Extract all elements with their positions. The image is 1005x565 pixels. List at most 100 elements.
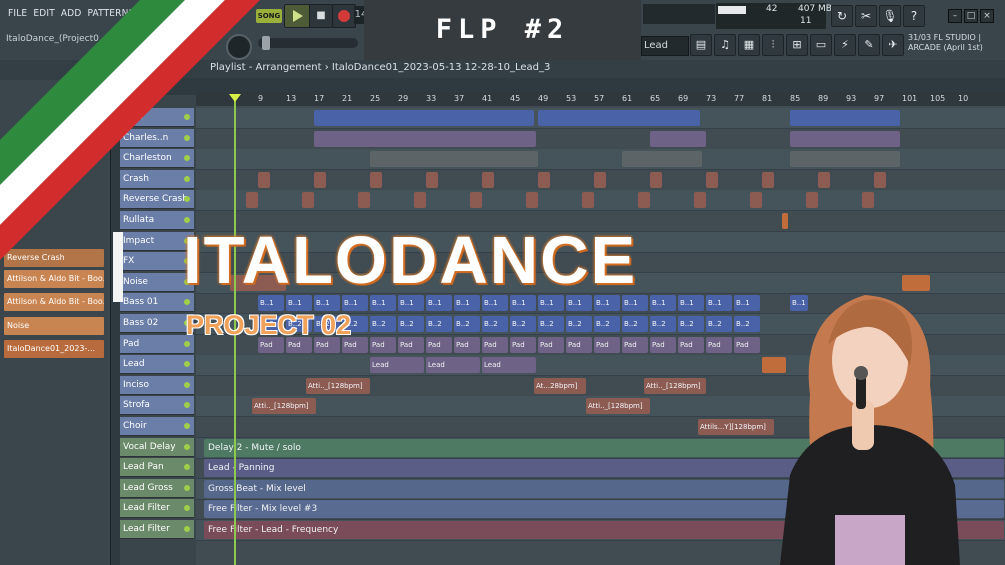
- pattern-clip[interactable]: [538, 171, 550, 188]
- song-mode-button[interactable]: SONG: [256, 9, 282, 23]
- track-lane[interactable]: [196, 149, 1005, 171]
- pattern-clip[interactable]: Pad: [706, 336, 732, 353]
- pattern-clip[interactable]: [818, 171, 830, 188]
- pattern-clip[interactable]: [426, 171, 438, 188]
- close-icon[interactable]: ×: [980, 9, 994, 23]
- track-label[interactable]: Lead Filter: [120, 520, 194, 539]
- browser-item[interactable]: ItaloDance01_2023-...: [4, 340, 104, 358]
- pattern-clip[interactable]: Lead: [426, 357, 480, 374]
- track-label[interactable]: Inciso: [120, 375, 194, 395]
- pattern-clip[interactable]: [482, 171, 494, 188]
- pattern-clip[interactable]: [370, 151, 538, 168]
- track-mute-dot[interactable]: [184, 505, 190, 512]
- pattern-clip[interactable]: B..2: [510, 316, 536, 332]
- track-lane[interactable]: [196, 170, 1005, 191]
- airplane-icon[interactable]: ✈: [882, 34, 904, 56]
- pattern-clip[interactable]: Pad: [398, 336, 424, 353]
- pattern-clip[interactable]: B..2: [566, 316, 592, 332]
- pattern-clip[interactable]: B..2: [622, 316, 648, 332]
- track-label[interactable]: Lead: [120, 355, 194, 375]
- timeline-ruler[interactable]: 9 13 17 21 25 29 33 37 41 45 49 53 57 61 65 69 73 77 81 85 8…: [196, 92, 1005, 106]
- pattern-clip[interactable]: [538, 110, 700, 126]
- menu-add[interactable]: ADD: [61, 8, 82, 24]
- pattern-clip[interactable]: B..2: [678, 316, 704, 332]
- pattern-clip[interactable]: Atti.._[128bpm]: [306, 377, 370, 394]
- track-mute-dot[interactable]: [184, 526, 190, 532]
- pattern-clip[interactable]: [750, 192, 762, 209]
- playhead-marker[interactable]: [229, 94, 241, 102]
- track-label[interactable]: Strofa: [120, 396, 194, 416]
- browser-item[interactable]: Reverse Crash: [4, 249, 104, 267]
- track-lane[interactable]: [196, 129, 1005, 150]
- pattern-clip[interactable]: Attils...Y][128bpm]: [698, 419, 774, 435]
- track-label[interactable]: Lead Pan: [120, 458, 194, 478]
- track-label[interactable]: Lead Filter: [120, 499, 194, 519]
- pattern-clip[interactable]: Atti.._[128bpm]: [252, 398, 316, 415]
- pattern-clip[interactable]: [874, 171, 886, 188]
- pattern-clip[interactable]: Pad: [594, 336, 620, 353]
- master-pitch-slider[interactable]: [258, 38, 358, 48]
- piano-roll-icon[interactable]: ♫: [714, 34, 736, 56]
- pattern-clip[interactable]: Lead: [370, 357, 424, 374]
- pattern-clip[interactable]: Pad: [734, 336, 760, 353]
- pattern-clip[interactable]: [414, 192, 426, 209]
- track-mute-dot[interactable]: [184, 114, 190, 120]
- track-label[interactable]: Bass 02: [120, 314, 194, 333]
- track-mute-dot[interactable]: [184, 361, 190, 368]
- play-button[interactable]: [284, 4, 310, 28]
- pattern-clip[interactable]: B..2: [482, 316, 508, 332]
- track-mute-dot[interactable]: [184, 175, 190, 182]
- track-mute-dot[interactable]: [184, 484, 190, 491]
- pattern-clip[interactable]: B..2: [650, 316, 676, 332]
- plugin-icon[interactable]: ⚡: [834, 34, 856, 56]
- pattern-clip[interactable]: Pad: [454, 336, 480, 353]
- pattern-clip[interactable]: B..1: [734, 295, 760, 312]
- pattern-select[interactable]: Lead: [641, 36, 689, 56]
- pattern-clip[interactable]: Lead: [482, 357, 536, 374]
- track-label[interactable]: Reverse Crash: [120, 190, 194, 210]
- pattern-clip[interactable]: [358, 192, 370, 209]
- track-mute-dot[interactable]: [184, 464, 190, 471]
- track-label[interactable]: Charleston Open: [120, 149, 194, 182]
- pattern-clip[interactable]: Pad: [370, 336, 396, 353]
- track-label[interactable]: Lead Gross Beat: [120, 478, 194, 512]
- pattern-clip[interactable]: B..1: [650, 295, 676, 312]
- channel-rack-icon[interactable]: ▦: [738, 34, 760, 56]
- pattern-clip[interactable]: B..2: [706, 316, 732, 332]
- master-volume-knob[interactable]: [226, 34, 252, 60]
- pattern-clip[interactable]: Pad: [566, 336, 592, 353]
- pattern-clip[interactable]: [762, 171, 774, 188]
- track-lane[interactable]: [196, 108, 1005, 129]
- pattern-clip[interactable]: B..2: [454, 316, 480, 332]
- pattern-clip[interactable]: Atti.._[128bpm]: [644, 377, 706, 394]
- track-mute-dot[interactable]: [184, 340, 190, 347]
- pattern-clip[interactable]: [790, 130, 900, 147]
- pattern-clip[interactable]: [594, 171, 606, 188]
- pattern-clip[interactable]: [622, 151, 702, 168]
- menu-patterns[interactable]: PATTERNS: [88, 8, 135, 24]
- pattern-clip[interactable]: [314, 171, 326, 188]
- playlist-pattern[interactable]: ItaloDance01_2023-05-13 12-28-10_Lead_3: [332, 62, 551, 73]
- playlist-icon[interactable]: ▤: [690, 34, 712, 56]
- browser-item[interactable]: Attilson & Aldo Bit - Boo...: [4, 293, 104, 311]
- pattern-clip[interactable]: [706, 171, 718, 188]
- pattern-clip[interactable]: [650, 130, 706, 147]
- pattern-clip[interactable]: B..2: [426, 316, 452, 332]
- pattern-clip[interactable]: [258, 171, 270, 188]
- pattern-clip[interactable]: Pad: [650, 336, 676, 353]
- pattern-clip[interactable]: [582, 192, 594, 209]
- track-mute-dot[interactable]: [184, 299, 190, 306]
- pattern-clip[interactable]: At...28bpm]: [534, 377, 586, 394]
- pattern-clip[interactable]: Atti.._[128bpm]: [586, 398, 650, 415]
- wrench-icon[interactable]: ✎: [858, 34, 880, 56]
- pattern-clip[interactable]: [314, 110, 534, 126]
- track-mute-dot[interactable]: [184, 196, 190, 203]
- track-mute-dot[interactable]: [184, 134, 190, 141]
- pattern-clip[interactable]: B..2: [398, 316, 424, 332]
- minimize-icon[interactable]: –: [948, 9, 962, 23]
- pattern-clip[interactable]: [790, 110, 900, 126]
- track-label[interactable]: Crash: [120, 169, 194, 189]
- track-mute-dot[interactable]: [184, 423, 190, 429]
- pattern-clip[interactable]: [806, 192, 818, 209]
- pattern-clip[interactable]: B..2: [734, 316, 760, 332]
